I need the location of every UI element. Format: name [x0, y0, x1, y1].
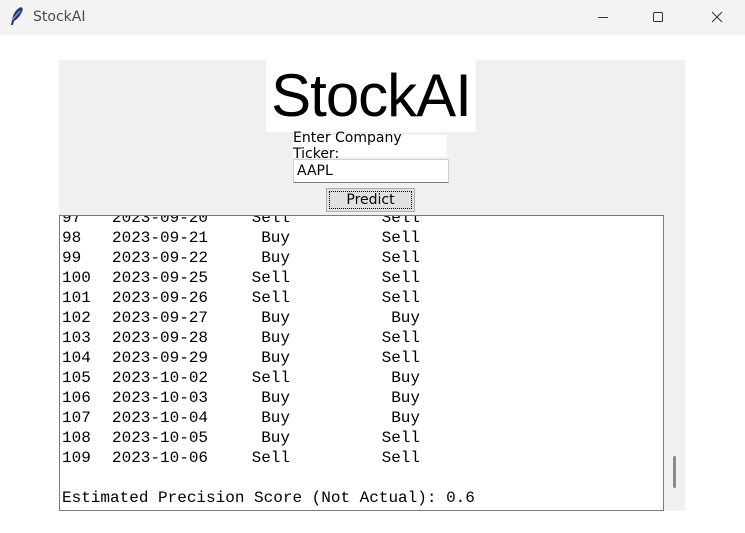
row-date: 2023-09-26 [112, 289, 209, 307]
row-predicted: Sell [381, 229, 420, 247]
row-actual: Buy [261, 229, 290, 247]
row-actual: Sell [251, 369, 290, 387]
row-date: 2023-10-02 [112, 369, 209, 387]
output-row: 108 2023-10-05 Buy Sell [62, 428, 475, 448]
output-row: 103 2023-09-28 Buy Sell [62, 328, 475, 348]
output-row: 104 2023-09-29 Buy Sell [62, 348, 475, 368]
row-predicted: Sell [381, 349, 420, 367]
output-row: 99 2023-09-22 Buy Sell [62, 248, 475, 268]
maximize-button[interactable] [635, 0, 681, 33]
row-index: 97 [62, 215, 82, 227]
row-index: 105 [62, 369, 91, 387]
row-index: 106 [62, 389, 91, 407]
close-button[interactable] [694, 0, 740, 33]
logo-text: StockAI [271, 62, 472, 129]
row-predicted: Sell [381, 429, 420, 447]
row-index: 99 [62, 249, 82, 267]
row-actual: Buy [261, 349, 290, 367]
maximize-icon [652, 11, 664, 23]
row-actual: Buy [261, 389, 290, 407]
row-actual: Buy [261, 429, 290, 447]
row-predicted: Sell [381, 269, 420, 287]
row-predicted: Sell [381, 249, 420, 267]
predict-button[interactable]: Predict [326, 188, 415, 212]
row-date: 2023-10-05 [112, 429, 209, 447]
feather-icon [8, 6, 26, 26]
vertical-scrollbar[interactable] [665, 215, 685, 511]
output-text-area[interactable]: 97 2023-09-20 Sell Sell 98 2023-09-21 Buy Sell 9… [59, 215, 664, 511]
row-actual: Sell [251, 289, 290, 307]
predict-button-label: Predict [346, 192, 395, 208]
row-actual: Buy [261, 309, 290, 327]
row-actual: Sell [251, 269, 290, 287]
output-row: 98 2023-09-21 Buy Sell [62, 228, 475, 248]
row-date: 2023-10-06 [112, 449, 209, 467]
output-row: 106 2023-10-03 Buy Buy [62, 388, 475, 408]
row-predicted: Sell [381, 215, 420, 227]
row-date: 2023-09-29 [112, 349, 209, 367]
client-area: StockAI Enter Company Ticker: AAPL Predi… [0, 35, 745, 533]
row-actual: Sell [251, 215, 290, 227]
output-row: 109 2023-10-06 Sell Sell [62, 448, 475, 468]
ticker-input[interactable]: AAPL [293, 159, 449, 183]
row-date: 2023-09-22 [112, 249, 209, 267]
row-index: 101 [62, 289, 91, 307]
row-index: 107 [62, 409, 91, 427]
row-index: 109 [62, 449, 91, 467]
title-bar: StockAI [0, 0, 745, 35]
main-frame: StockAI Enter Company Ticker: AAPL Predi… [59, 60, 685, 511]
row-predicted: Buy [391, 309, 420, 327]
row-index: 103 [62, 329, 91, 347]
row-date: 2023-10-04 [112, 409, 209, 427]
output-row: 107 2023-10-04 Buy Buy [62, 408, 475, 428]
output-row: 101 2023-09-26 Sell Sell [62, 288, 475, 308]
row-date: 2023-09-28 [112, 329, 209, 347]
row-predicted: Sell [381, 289, 420, 307]
row-predicted: Buy [391, 389, 420, 407]
scroll-thumb[interactable] [673, 456, 676, 488]
row-predicted: Buy [391, 369, 420, 387]
row-date: 2023-09-20 [112, 215, 209, 227]
app-logo: StockAI [266, 60, 476, 132]
row-index: 102 [62, 309, 91, 327]
precision-score-line: Estimated Precision Score (Not Actual): … [62, 489, 475, 507]
row-index: 104 [62, 349, 91, 367]
row-actual: Buy [261, 249, 290, 267]
window-title: StockAI [33, 9, 86, 25]
minimize-button[interactable] [580, 0, 626, 33]
close-icon [711, 11, 723, 23]
ticker-label: Enter Company Ticker: [293, 130, 447, 162]
output-row: 97 2023-09-20 Sell Sell [62, 215, 475, 228]
minimize-icon [597, 11, 609, 23]
output-row: 102 2023-09-27 Buy Buy [62, 308, 475, 328]
row-index: 108 [62, 429, 91, 447]
output-lines: 97 2023-09-20 Sell Sell 98 2023-09-21 Buy Sell 9… [62, 215, 475, 508]
row-predicted: Sell [381, 449, 420, 467]
output-row: 105 2023-10-02 Sell Buy [62, 368, 475, 388]
row-date: 2023-09-21 [112, 229, 209, 247]
row-actual: Buy [261, 329, 290, 347]
row-date: 2023-10-03 [112, 389, 209, 407]
output-row: 100 2023-09-25 Sell Sell [62, 268, 475, 288]
row-actual: Buy [261, 409, 290, 427]
row-predicted: Sell [381, 329, 420, 347]
row-date: 2023-09-25 [112, 269, 209, 287]
row-index: 100 [62, 269, 91, 287]
row-predicted: Buy [391, 409, 420, 427]
row-date: 2023-09-27 [112, 309, 209, 327]
row-index: 98 [62, 229, 82, 247]
row-actual: Sell [251, 449, 290, 467]
